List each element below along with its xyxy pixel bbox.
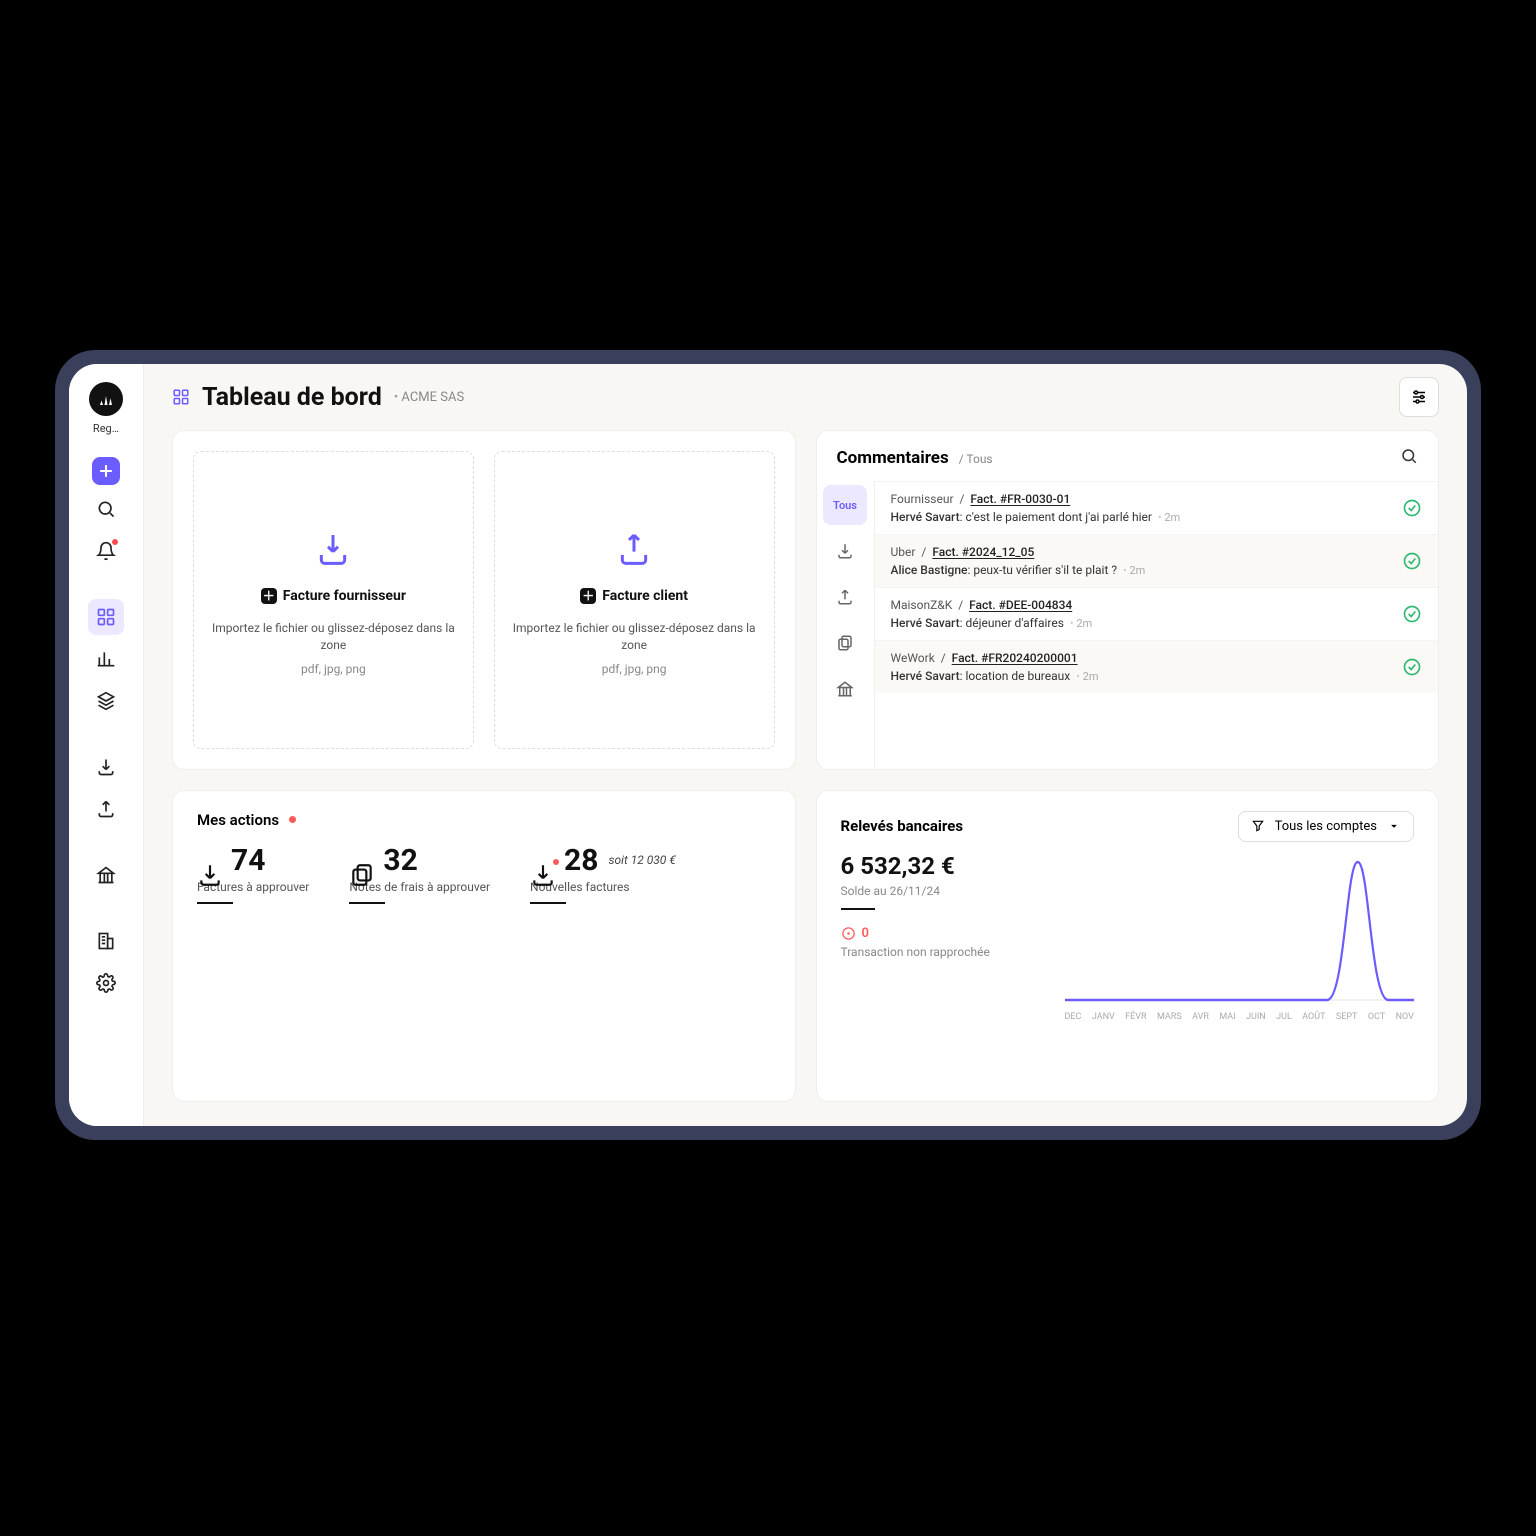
comments-tab-outbox[interactable]: [823, 577, 867, 617]
balance-amount: 6 532,32 €: [841, 852, 1041, 880]
download-icon: [530, 862, 554, 886]
stat-new-invoices[interactable]: 28 soit 12 030 € Nouvelles factures: [530, 843, 676, 904]
search-icon[interactable]: [88, 491, 124, 527]
actions-card: Mes actions 74 Factures à approuver: [172, 790, 796, 1103]
upload-supplier-formats: pdf, jpg, png: [301, 662, 366, 676]
upload-customer-invoice[interactable]: ＋ Facture client Importez le fichier ou …: [494, 451, 775, 749]
inbox-icon[interactable]: [88, 749, 124, 785]
upload-supplier-label: Facture fournisseur: [283, 588, 406, 604]
upload-card: ＋ Facture fournisseur Importez le fichie…: [172, 430, 796, 770]
comment-item[interactable]: Uber / Fact. #2024_12_05 Alice Bastigne:…: [875, 534, 1439, 587]
dashboard-icon[interactable]: [88, 599, 124, 635]
check-circle-icon[interactable]: [1402, 657, 1422, 677]
bank-icon[interactable]: [88, 857, 124, 893]
upload-customer-formats: pdf, jpg, png: [602, 662, 667, 676]
device-frame: Reg…: [55, 350, 1481, 1140]
comments-title: Commentaires: [837, 448, 949, 468]
comment-item[interactable]: MaisonZ&K / Fact. #DEE-004834 Hervé Sava…: [875, 587, 1439, 640]
main: Tableau de bord ACME SAS ＋: [144, 364, 1467, 1126]
check-circle-icon[interactable]: [1402, 498, 1422, 518]
comment-item[interactable]: Fournisseur / Fact. #FR-0030-01 Hervé Sa…: [875, 481, 1439, 534]
upload-icon: [614, 530, 654, 574]
company-icon[interactable]: [88, 923, 124, 959]
username[interactable]: Reg…: [93, 422, 119, 435]
screen: Reg…: [69, 364, 1467, 1126]
comments-list: Fournisseur / Fact. #FR-0030-01 Hervé Sa…: [875, 481, 1439, 769]
balance-chart: DEC JANV FÉVR MARS AVR MAI JUIN JUL AOÛT…: [1065, 852, 1415, 1082]
plus-icon[interactable]: [92, 457, 120, 485]
balance-date: Solde au 26/11/24: [841, 884, 1041, 898]
upload-customer-label: Facture client: [602, 588, 688, 604]
comments-tab-all[interactable]: Tous: [823, 485, 867, 525]
actions-title: Mes actions: [197, 811, 279, 829]
stat-invoices-approve[interactable]: 74 Factures à approuver: [197, 843, 309, 904]
company-name: ACME SAS: [394, 390, 464, 405]
chart-x-axis: DEC JANV FÉVR MARS AVR MAI JUIN JUL AOÛT…: [1065, 1012, 1415, 1022]
chevron-down-icon: [1387, 819, 1401, 833]
alert-circle-icon: [841, 926, 856, 941]
check-circle-icon[interactable]: [1402, 551, 1422, 571]
check-circle-icon[interactable]: [1402, 604, 1422, 624]
app-logo[interactable]: [89, 382, 123, 416]
bell-icon[interactable]: [88, 533, 124, 569]
plus-square-icon: ＋: [580, 588, 596, 604]
download-icon: [313, 530, 353, 574]
copy-icon: [349, 862, 373, 886]
upload-supplier-invoice[interactable]: ＋ Facture fournisseur Importez le fichie…: [193, 451, 474, 749]
comments-tab-notes[interactable]: [823, 623, 867, 663]
comment-item[interactable]: WeWork / Fact. #FR20240200001 Hervé Sava…: [875, 640, 1439, 693]
upload-supplier-hint: Importez le fichier ou glissez-déposez d…: [206, 620, 461, 654]
funnel-icon: [1251, 819, 1265, 833]
comments-card: Commentaires / Tous Tous: [816, 430, 1440, 770]
topbar: Tableau de bord ACME SAS: [144, 364, 1467, 430]
bank-card: Relevés bancaires Tous les comptes 6 532…: [816, 790, 1440, 1103]
filter-button[interactable]: [1399, 377, 1439, 417]
comments-tab-bank[interactable]: [823, 669, 867, 709]
gear-icon[interactable]: [88, 965, 124, 1001]
upload-customer-hint: Importez le fichier ou glissez-déposez d…: [507, 620, 762, 654]
unreconciled-label: Transaction non rapprochée: [841, 945, 1041, 959]
comments-scope: / Tous: [959, 452, 993, 466]
stat-expense-approve[interactable]: 32 Notes de frais à approuver: [349, 843, 490, 904]
alert-dot-icon: [289, 816, 296, 823]
content-grid: ＋ Facture fournisseur Importez le fichie…: [144, 430, 1467, 1126]
account-selector[interactable]: Tous les comptes: [1238, 811, 1414, 842]
download-icon: [197, 862, 221, 886]
plus-square-icon: ＋: [261, 588, 277, 604]
dashboard-grid-icon: [172, 388, 190, 406]
bank-title: Relevés bancaires: [841, 817, 964, 835]
comments-tab-inbox[interactable]: [823, 531, 867, 571]
unreconciled-warning[interactable]: 0: [841, 926, 1041, 941]
comments-search-icon[interactable]: [1400, 447, 1418, 469]
outbox-icon[interactable]: [88, 791, 124, 827]
analytics-icon[interactable]: [88, 641, 124, 677]
sidebar: Reg…: [69, 364, 144, 1126]
page-title: Tableau de bord: [202, 383, 382, 412]
layers-icon[interactable]: [88, 683, 124, 719]
comments-tabs: Tous: [817, 481, 875, 769]
